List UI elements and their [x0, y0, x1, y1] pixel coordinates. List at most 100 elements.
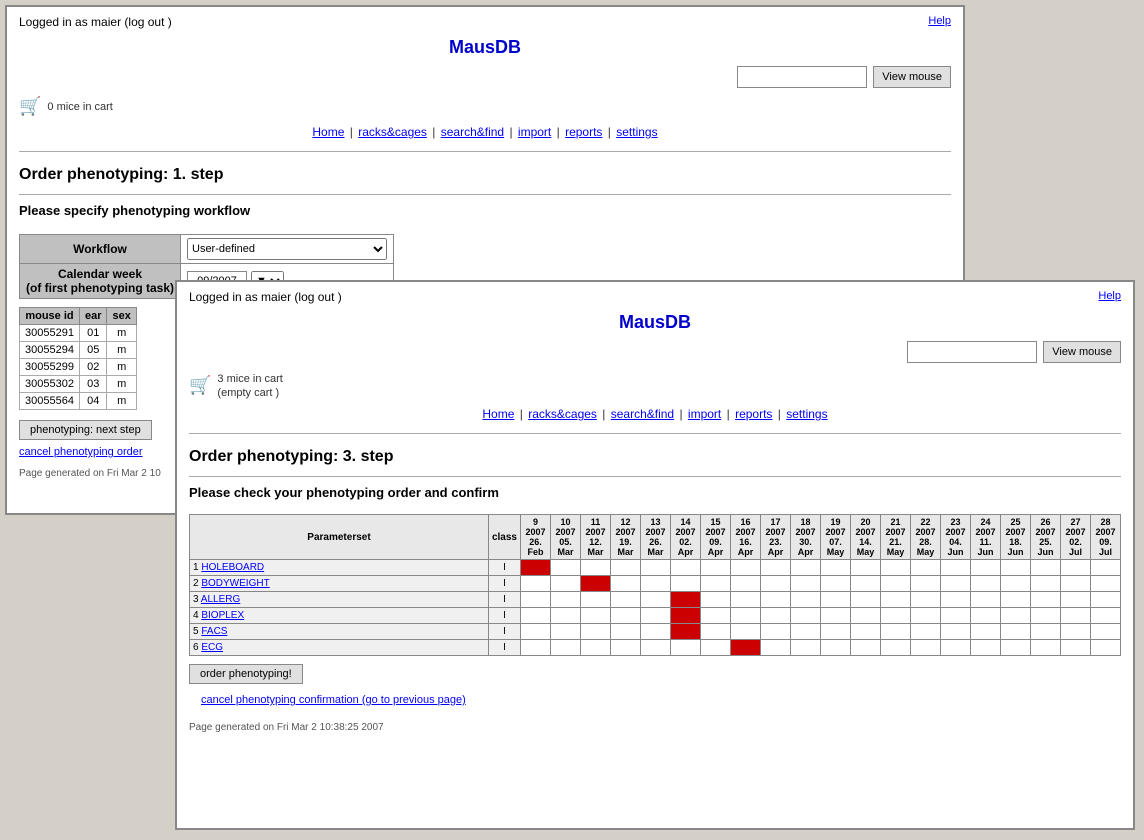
- back-nav-bar: Home | racks&cages | search&find | impor…: [7, 121, 963, 147]
- schedule-week-data: [1061, 592, 1091, 608]
- schedule-week-data: [641, 592, 671, 608]
- schedule-week-data: [971, 640, 1001, 656]
- front-schedule-table: Parametersetclass9200726.Feb10200705.Mar…: [189, 514, 1121, 656]
- front-nav-settings[interactable]: settings: [786, 407, 827, 421]
- schedule-week-data: [941, 560, 971, 576]
- back-next-step-button[interactable]: phenotyping: next step: [19, 420, 152, 440]
- schedule-week-data: [941, 624, 971, 640]
- schedule-week-data: [1031, 592, 1061, 608]
- schedule-week-cell: 13200726.Mar: [641, 515, 671, 560]
- schedule-param-link[interactable]: HOLEBOARD: [201, 562, 264, 573]
- schedule-week-data: [1091, 576, 1121, 592]
- schedule-week-data: [611, 608, 641, 624]
- schedule-week-data: [821, 608, 851, 624]
- back-view-mouse-button[interactable]: View mouse: [873, 66, 951, 88]
- back-workflow-select[interactable]: User-defined: [187, 238, 387, 260]
- back-nav-home[interactable]: Home: [312, 125, 344, 139]
- front-nav-sep5: |: [778, 407, 781, 421]
- schedule-week-data: [881, 576, 911, 592]
- schedule-week-data: [551, 608, 581, 624]
- schedule-week-data: [791, 560, 821, 576]
- back-nav-import[interactable]: import: [518, 125, 551, 139]
- back-logout-link[interactable]: log out: [128, 15, 164, 29]
- schedule-week-data: [611, 592, 641, 608]
- schedule-param-row: 4 BIOPLEXI: [190, 608, 1121, 624]
- front-nav-import[interactable]: import: [688, 407, 721, 421]
- schedule-week-cell: 24200711.Jun: [971, 515, 1001, 560]
- schedule-week-data: [911, 640, 941, 656]
- back-nav-reports[interactable]: reports: [565, 125, 602, 139]
- front-view-mouse-bar: View mouse: [177, 337, 1133, 367]
- back-mouse-sex: m: [107, 325, 136, 342]
- schedule-week-data: [821, 592, 851, 608]
- front-nav-bar: Home | racks&cages | search&find | impor…: [177, 403, 1133, 429]
- back-mouse-sex: m: [107, 393, 136, 410]
- schedule-week-data: [1001, 592, 1031, 608]
- back-cart-section: 🛒 0 mice in cart: [7, 92, 963, 121]
- back-nav-sep5: |: [608, 125, 611, 139]
- front-view-mouse-button[interactable]: View mouse: [1043, 341, 1121, 363]
- schedule-week-data: [551, 624, 581, 640]
- schedule-week-data: [701, 560, 731, 576]
- front-view-mouse-input[interactable]: [907, 341, 1037, 363]
- back-mouse-sex: m: [107, 359, 136, 376]
- schedule-week-data: [581, 576, 611, 592]
- schedule-week-data: [671, 576, 701, 592]
- schedule-param-row: 1 HOLEBOARDI: [190, 560, 1121, 576]
- schedule-class-cell: I: [488, 560, 520, 576]
- schedule-week-data: [551, 560, 581, 576]
- back-nav-racks[interactable]: racks&cages: [358, 125, 427, 139]
- front-nav-search[interactable]: search&find: [611, 407, 674, 421]
- back-view-mouse-input[interactable]: [737, 66, 867, 88]
- schedule-week-data: [641, 576, 671, 592]
- schedule-week-data: [1061, 640, 1091, 656]
- schedule-param-link[interactable]: BODYWEIGHT: [201, 578, 269, 589]
- front-cart-count: 3 mice in cart: [217, 373, 282, 385]
- schedule-week-cell: 20200714.May: [851, 515, 881, 560]
- schedule-week-data: [1001, 576, 1031, 592]
- back-mouse-ear: 02: [79, 359, 107, 376]
- back-mouse-id: 30055564: [20, 393, 80, 410]
- back-nav-search[interactable]: search&find: [441, 125, 504, 139]
- schedule-param-link[interactable]: ECG: [201, 642, 223, 653]
- schedule-week-data: [611, 624, 641, 640]
- schedule-week-data: [761, 576, 791, 592]
- schedule-class-cell: I: [488, 576, 520, 592]
- schedule-week-data: [641, 608, 671, 624]
- schedule-week-data: [881, 560, 911, 576]
- front-order-button[interactable]: order phenotyping!: [189, 664, 303, 684]
- front-help-link[interactable]: Help: [1098, 290, 1121, 302]
- back-mouse-id: 30055291: [20, 325, 80, 342]
- front-window: Logged in as maier (log out ) Help MausD…: [175, 280, 1135, 830]
- schedule-week-data: [971, 608, 1001, 624]
- front-nav-home[interactable]: Home: [482, 407, 514, 421]
- schedule-week-data: [641, 640, 671, 656]
- back-workflow-row: Workflow User-defined: [20, 235, 394, 264]
- schedule-week-data: [761, 624, 791, 640]
- front-nav-reports[interactable]: reports: [735, 407, 772, 421]
- schedule-week-data: [821, 624, 851, 640]
- back-mouse-row: 3005556404m: [20, 393, 137, 410]
- schedule-week-data: [911, 560, 941, 576]
- schedule-param-link[interactable]: FACS: [201, 626, 227, 637]
- front-nav-racks[interactable]: racks&cages: [528, 407, 597, 421]
- back-nav-settings[interactable]: settings: [616, 125, 657, 139]
- schedule-param-link[interactable]: ALLERG: [201, 594, 240, 605]
- front-empty-cart-link[interactable]: (empty cart ): [217, 387, 279, 399]
- back-col-mouseid: mouse id: [20, 308, 80, 325]
- front-logout-link[interactable]: log out: [298, 290, 334, 304]
- back-nav-sep3: |: [509, 125, 512, 139]
- back-help-link[interactable]: Help: [928, 15, 951, 27]
- front-nav-sep3: |: [679, 407, 682, 421]
- back-login-text: Logged in as maier (: [19, 15, 128, 29]
- schedule-param-link[interactable]: BIOPLEX: [201, 610, 244, 621]
- schedule-week-data: [731, 640, 761, 656]
- schedule-week-data: [671, 592, 701, 608]
- schedule-week-data: [1001, 624, 1031, 640]
- back-workflow-value-cell: User-defined: [181, 235, 394, 264]
- schedule-col-parameterset: Parameterset: [190, 515, 489, 560]
- schedule-week-cell: 21200721.May: [881, 515, 911, 560]
- front-cancel-link[interactable]: cancel phenotyping confirmation (go to p…: [201, 694, 1109, 706]
- schedule-week-data: [791, 640, 821, 656]
- schedule-param-row: 3 ALLERGI: [190, 592, 1121, 608]
